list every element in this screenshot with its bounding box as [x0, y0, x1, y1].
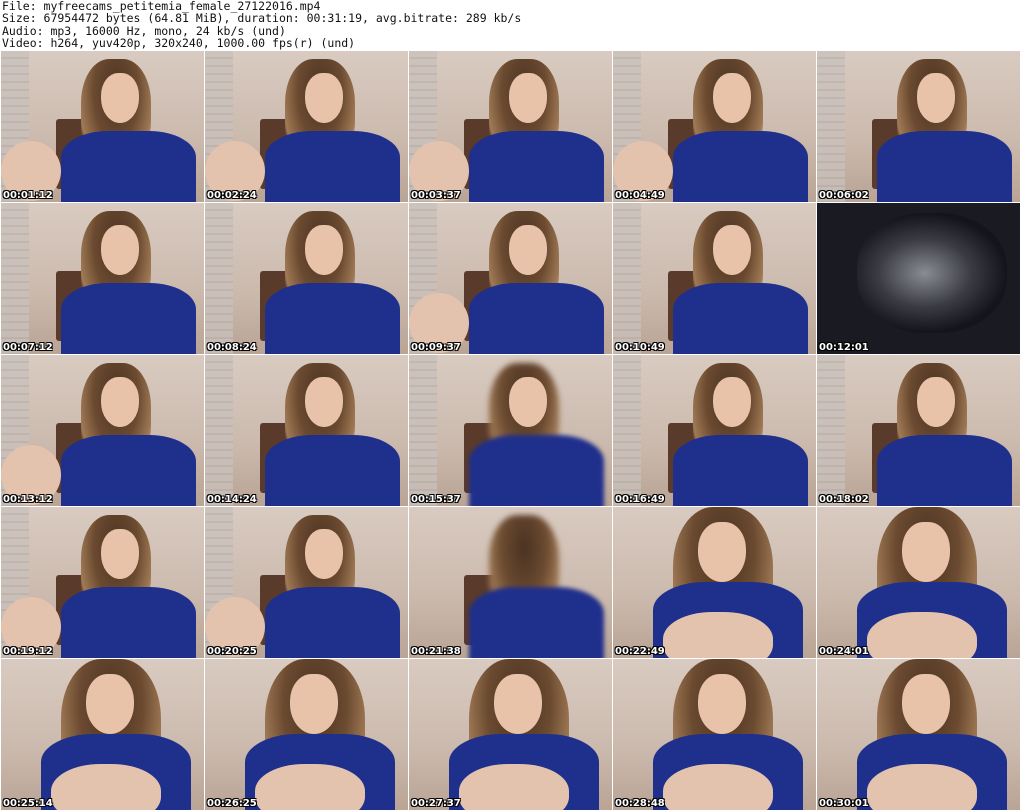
- timestamp: 00:19:12: [3, 646, 53, 657]
- thumbnail: 00:16:49: [613, 355, 816, 506]
- thumbnail: 00:07:12: [1, 203, 204, 354]
- timestamp: 00:28:48: [615, 798, 665, 809]
- thumbnail: 00:12:01: [817, 203, 1020, 354]
- thumbnail: 00:24:01: [817, 507, 1020, 658]
- timestamp: 00:03:37: [411, 190, 461, 201]
- timestamp: 00:08:24: [207, 342, 257, 353]
- timestamp: 00:15:37: [411, 494, 461, 505]
- thumbnail: 00:04:49: [613, 51, 816, 202]
- thumbnail: 00:15:37: [409, 355, 612, 506]
- thumbnail: 00:28:48: [613, 659, 816, 810]
- file-size-line: Size: 67954472 bytes (64.81 MiB), durati…: [2, 11, 522, 26]
- timestamp: 00:27:37: [411, 798, 461, 809]
- timestamp: 00:10:49: [615, 342, 665, 353]
- thumbnail: 00:22:49: [613, 507, 816, 658]
- timestamp: 00:22:49: [615, 646, 665, 657]
- thumbnail: 00:26:25: [205, 659, 408, 810]
- timestamp: 00:14:24: [207, 494, 257, 505]
- thumbnail: 00:25:14: [1, 659, 204, 810]
- timestamp: 00:20:25: [207, 646, 257, 657]
- thumbnail: 00:14:24: [205, 355, 408, 506]
- video-info-line: Video: h264, yuv420p, 320x240, 1000.00 f…: [2, 35, 356, 50]
- thumbnail: 00:27:37: [409, 659, 612, 810]
- timestamp: 00:12:01: [819, 342, 869, 353]
- timestamp: 00:25:14: [3, 798, 53, 809]
- thumbnail: 00:30:01: [817, 659, 1020, 810]
- file-info-header: File: myfreecams_petitemia_female_271220…: [2, 0, 1022, 50]
- thumbnail-grid: 00:01:12 00:02:24 00:03:37 00:04:49 00:0…: [1, 51, 1020, 810]
- thumbnail: 00:21:38: [409, 507, 612, 658]
- timestamp: 00:13:12: [3, 494, 53, 505]
- timestamp: 00:09:37: [411, 342, 461, 353]
- timestamp: 00:04:49: [615, 190, 665, 201]
- thumbnail: 00:08:24: [205, 203, 408, 354]
- timestamp: 00:24:01: [819, 646, 869, 657]
- timestamp: 00:16:49: [615, 494, 665, 505]
- timestamp: 00:01:12: [3, 190, 53, 201]
- timestamp: 00:07:12: [3, 342, 53, 353]
- timestamp: 00:02:24: [207, 190, 257, 201]
- thumbnail: 00:18:02: [817, 355, 1020, 506]
- thumbnail: 00:03:37: [409, 51, 612, 202]
- thumbnail: 00:10:49: [613, 203, 816, 354]
- timestamp: 00:06:02: [819, 190, 869, 201]
- timestamp: 00:18:02: [819, 494, 869, 505]
- thumbnail: 00:19:12: [1, 507, 204, 658]
- thumbnail: 00:09:37: [409, 203, 612, 354]
- timestamp: 00:21:38: [411, 646, 461, 657]
- timestamp: 00:26:25: [207, 798, 257, 809]
- thumbnail: 00:20:25: [205, 507, 408, 658]
- thumbnail: 00:13:12: [1, 355, 204, 506]
- thumbnail: 00:02:24: [205, 51, 408, 202]
- thumbnail: 00:06:02: [817, 51, 1020, 202]
- thumbnail: 00:01:12: [1, 51, 204, 202]
- timestamp: 00:30:01: [819, 798, 869, 809]
